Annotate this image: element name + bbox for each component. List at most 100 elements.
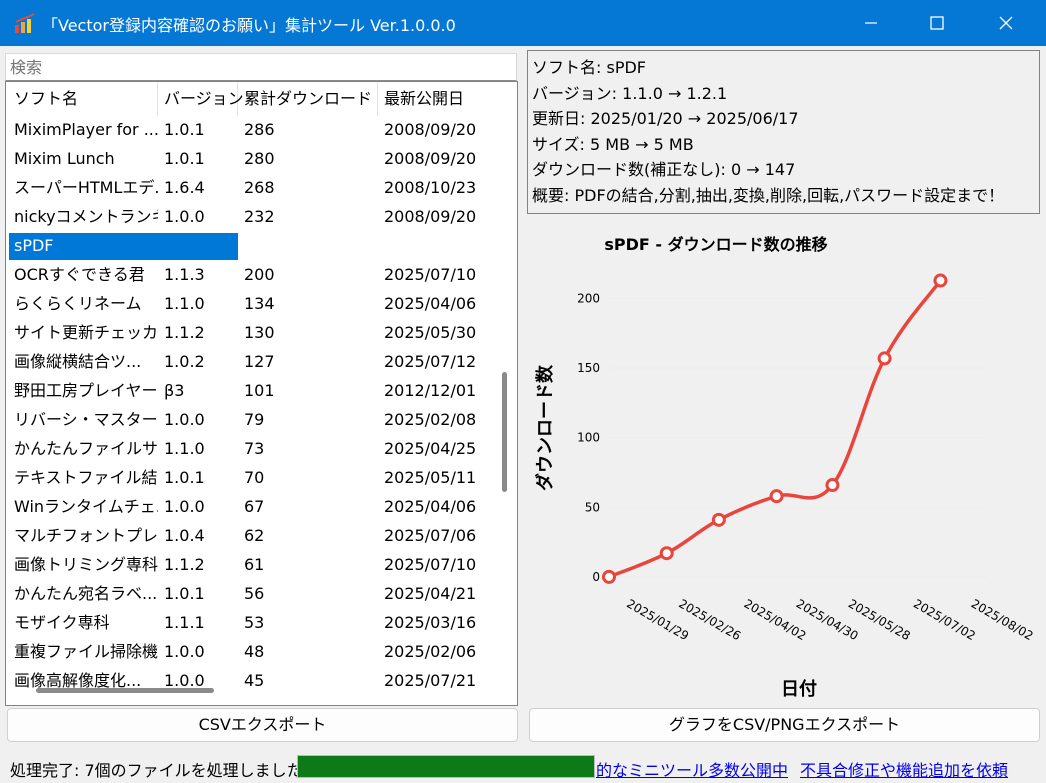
cell-version: 1.6.4	[164, 178, 205, 197]
cell-release-date: 2025/04/21	[384, 584, 477, 603]
cell-name: nickyコメントランキ...	[14, 207, 158, 226]
x-tick-label: 2025/07/02	[911, 596, 978, 643]
cell-version: 1.1.2	[164, 323, 205, 342]
table-row[interactable]: Winランタイムチェ... 1.0.0 67 2025/04/06	[6, 492, 496, 521]
cell-downloads: 53	[244, 613, 265, 632]
cell-downloads: 200	[244, 265, 275, 284]
info-summary: 概要: PDFの結合,分割,抽出,変換,削除,回転,パスワード設定まで！	[532, 185, 1005, 205]
data-point	[602, 569, 616, 584]
minimize-button[interactable]	[848, 0, 894, 46]
cell-release-date: 2012/12/01	[384, 381, 477, 400]
column-header-name[interactable]: ソフト名	[6, 82, 158, 116]
cell-name: Mixim Lunch	[14, 149, 115, 168]
info-update-date: 更新日: 2025/01/20 → 2025/06/17	[532, 109, 799, 128]
cell-version: 1.0.4	[164, 526, 205, 545]
cell-downloads: 127	[244, 352, 275, 371]
info-download-count: ダウンロード数(補正なし): 0 → 147	[532, 160, 796, 179]
mini-tools-link[interactable]: 的なミニツール多数公開中	[596, 761, 788, 780]
series-line	[608, 279, 942, 579]
cell-downloads: 67	[244, 497, 265, 516]
cell-downloads: 268	[244, 178, 275, 197]
status-text: 処理完了: 7個のファイルを処理しました	[10, 761, 303, 780]
software-list[interactable]: ソフト名 バージョン 累計ダウンロード 最新公開日 MiximPlayer fo…	[5, 81, 518, 706]
vertical-scrollbar-thumb[interactable]	[502, 372, 507, 492]
graph-export-button[interactable]: グラフをCSV/PNGエクスポート	[529, 708, 1040, 742]
column-header-version[interactable]: バージョン	[158, 82, 244, 116]
horizontal-scrollbar-thumb[interactable]	[36, 688, 214, 693]
table-row[interactable]: 重複ファイル掃除機 1.0.0 48 2025/02/06	[6, 637, 496, 666]
table-row[interactable]: 画像トリミング専科 1.1.2 61 2025/07/10	[6, 550, 496, 579]
cell-version	[164, 231, 236, 260]
maximize-button[interactable]	[914, 0, 960, 46]
cell-version: 1.1.0	[164, 294, 205, 313]
cell-name: スーパーHTMLエデ...	[14, 178, 158, 197]
table-row[interactable]: かんたん宛名ラベ... 1.0.1 56 2025/04/21	[6, 579, 496, 608]
table-row[interactable]: モザイク専科 1.1.1 53 2025/03/16	[6, 608, 496, 637]
data-point	[877, 351, 892, 366]
cell-release-date	[384, 231, 494, 260]
table-row[interactable]: 画像縦横結合ツ... 1.0.2 127 2025/07/12	[6, 347, 496, 376]
csv-export-button[interactable]: CSVエクスポート	[7, 708, 518, 742]
list-rows: MiximPlayer for ... 1.0.1 286 2008/09/20 Mix…	[6, 115, 496, 695]
info-version: バージョン: 1.1.0 → 1.2.1	[532, 83, 728, 103]
table-row[interactable]: サイト更新チェッカー 1.1.2 130 2025/05/30	[6, 318, 496, 347]
cell-release-date: 2025/07/12	[384, 352, 477, 371]
table-row[interactable]: マルチフォントプレ... 1.0.4 62 2025/07/06	[6, 521, 496, 550]
data-point	[711, 512, 726, 527]
data-point	[933, 273, 948, 288]
cell-downloads	[244, 231, 374, 260]
cell-name: かんたんファイルサ...	[14, 439, 158, 458]
table-row[interactable]: かんたんファイルサ... 1.1.0 73 2025/04/25	[6, 434, 496, 463]
cell-release-date: 2025/07/10	[384, 555, 477, 574]
cell-version: 1.0.0	[164, 207, 205, 226]
cell-version: β3	[164, 381, 185, 400]
cell-release-date: 2025/04/25	[384, 439, 477, 458]
maximize-icon	[930, 16, 944, 30]
column-header-downloads[interactable]: 累計ダウンロード	[238, 82, 378, 116]
table-row[interactable]: nickyコメントランキ... 1.0.0 232 2008/09/20	[6, 202, 496, 231]
table-row[interactable]: sPDF	[6, 231, 496, 260]
data-point	[769, 489, 784, 504]
cell-release-date: 2025/02/08	[384, 410, 477, 429]
cell-release-date: 2008/09/20	[384, 120, 477, 139]
cell-release-date: 2008/09/20	[384, 149, 477, 168]
cell-release-date: 2025/07/21	[384, 671, 477, 690]
request-fix-link[interactable]: 不具合修正や機能追加を依頼	[800, 761, 1008, 780]
cell-release-date: 2025/02/06	[384, 642, 477, 661]
cell-downloads: 232	[244, 207, 275, 226]
progress-bar	[297, 755, 595, 778]
cell-downloads: 62	[244, 526, 265, 545]
column-header-release-date[interactable]: 最新公開日	[378, 82, 496, 116]
software-info-panel: ソフト名: sPDF バージョン: 1.1.0 → 1.2.1 更新日: 202…	[527, 50, 1040, 214]
cell-release-date: 2025/07/06	[384, 526, 477, 545]
cell-version: 1.0.1	[164, 584, 205, 603]
table-row[interactable]: Mixim Lunch 1.0.1 280 2008/09/20	[6, 144, 496, 173]
table-row[interactable]: テキストファイル結... 1.0.1 70 2025/05/11	[6, 463, 496, 492]
status-bar: 処理完了: 7個のファイルを処理しました 的なミニツール多数公開中 不具合修正や機…	[0, 752, 1046, 783]
cell-name: 野田工房プレイヤー	[14, 381, 158, 400]
cell-name: Winランタイムチェ...	[14, 497, 158, 516]
window-title: 「Vector登録内容確認のお願い」集計ツール Ver.1.0.0.0	[42, 16, 456, 35]
cell-name: 重複ファイル掃除機	[14, 642, 158, 661]
table-row[interactable]: らくらくリネーム 1.1.0 134 2025/04/06	[6, 289, 496, 318]
search-input[interactable]	[5, 53, 517, 81]
table-row[interactable]: 野田工房プレイヤー β3 101 2012/12/01	[6, 376, 496, 405]
cell-release-date: 2025/04/06	[384, 294, 477, 313]
cell-name: リバーシ・マスター	[14, 410, 158, 429]
y-axis-label: ダウンロード数	[534, 364, 556, 491]
table-row[interactable]: リバーシ・マスター 1.0.0 79 2025/02/08	[6, 405, 496, 434]
cell-downloads: 48	[244, 642, 265, 661]
table-row[interactable]: OCRすぐできる君 1.1.3 200 2025/07/10	[6, 260, 496, 289]
cell-downloads: 286	[244, 120, 275, 139]
y-tick-label: 200	[577, 292, 600, 306]
table-row[interactable]: スーパーHTMLエデ... 1.6.4 268 2008/10/23	[6, 173, 496, 202]
cell-downloads: 130	[244, 323, 275, 342]
y-tick-label: 150	[577, 361, 600, 375]
table-row[interactable]: MiximPlayer for ... 1.0.1 286 2008/09/20	[6, 115, 496, 144]
cell-release-date: 2025/04/06	[384, 497, 477, 516]
close-button[interactable]	[983, 0, 1029, 46]
cell-name: マルチフォントプレ...	[14, 526, 158, 545]
y-tick-label: 0	[592, 570, 600, 584]
cell-release-date: 2008/10/23	[384, 178, 477, 197]
cell-release-date: 2025/07/10	[384, 265, 477, 284]
